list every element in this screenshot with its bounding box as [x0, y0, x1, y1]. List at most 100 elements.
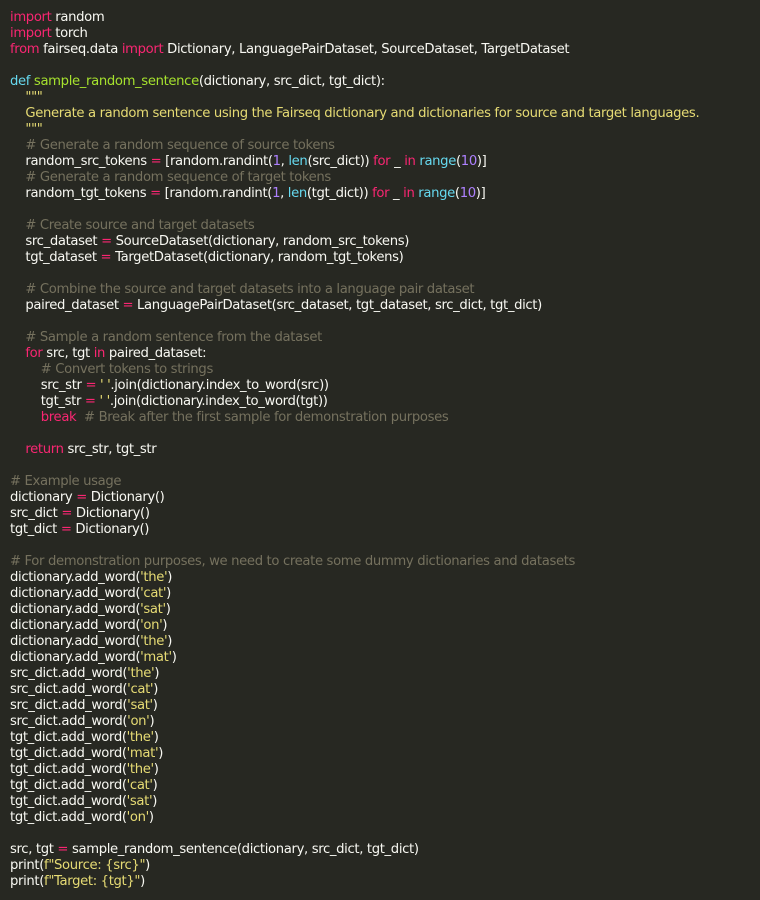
- code-token: 'cat': [126, 778, 153, 793]
- code-line: random_src_tokens = [random.randint(1, l…: [10, 154, 760, 170]
- code-token: Dictionary(): [86, 490, 165, 505]
- code-line: dictionary.add_word('the'): [10, 570, 760, 586]
- code-line: dictionary.add_word('mat'): [10, 650, 760, 666]
- code-token: paired_dataset: [10, 298, 123, 313]
- code-token: =: [100, 250, 112, 265]
- code-token: ): [152, 794, 158, 809]
- code-token: ): [165, 602, 171, 617]
- code-token: 'sat': [126, 794, 153, 809]
- code-line: tgt_dict = Dictionary(): [10, 522, 760, 538]
- code-line: ​: [10, 266, 760, 282]
- code-editor[interactable]: import random import torch from fairseq.da…: [0, 0, 760, 900]
- code-line: # Create source and target datasets: [10, 218, 760, 234]
- code-token: =: [101, 234, 112, 249]
- code-token: =: [85, 378, 97, 393]
- code-token: tgt_dict: [10, 522, 61, 537]
- code-token: dictionary.add_word(: [10, 570, 141, 585]
- code-token: src_str, tgt_str: [63, 442, 157, 457]
- code-line: src_dict = Dictionary(): [10, 506, 760, 522]
- code-token: f"Source: {src}": [44, 858, 146, 873]
- code-token: random: [51, 10, 105, 25]
- code-token: 'cat': [140, 586, 167, 601]
- code-token: tgt_dict.add_word(: [10, 794, 127, 809]
- code-token: src_dict: [10, 506, 62, 521]
- code-token: tgt_dict.add_word(: [10, 746, 127, 761]
- code-token: ' ': [99, 378, 111, 393]
- code-token: 'sat': [140, 602, 166, 617]
- code-token: tgt_dict.add_word(: [10, 730, 127, 745]
- code-token: dictionary: [10, 490, 77, 505]
- code-token: src, tgt: [42, 346, 94, 361]
- code-token: tgt_dict.add_word(: [10, 810, 127, 825]
- code-token: range: [419, 154, 456, 169]
- code-token: src_dict.add_word(: [10, 682, 128, 697]
- code-token: 'the': [127, 666, 155, 681]
- code-token: =: [60, 522, 72, 537]
- code-token: 1: [272, 154, 281, 169]
- code-token: ): [145, 858, 150, 873]
- code-token: TargetDataset(dictionary, random_tgt_tok…: [111, 250, 404, 265]
- code-token: ): [153, 762, 159, 777]
- code-token: src_dict.add_word(: [10, 714, 128, 729]
- code-token: tgt_dict.add_word(: [10, 762, 127, 777]
- code-line: ​: [10, 426, 760, 442]
- code-line: src_dataset = SourceDataset(dictionary, …: [10, 234, 760, 250]
- code-token: len: [287, 186, 307, 201]
- code-line: print(f"Source: {src}"): [10, 858, 760, 874]
- code-token: random_src_tokens: [10, 154, 151, 169]
- code-line: tgt_dict.add_word('cat'): [10, 778, 760, 794]
- code-token: =: [122, 298, 134, 313]
- code-token: in: [403, 186, 415, 201]
- code-token: (tgt_dict)): [306, 186, 373, 201]
- code-token: dictionary.add_word(: [10, 586, 141, 601]
- code-token: 'mat': [126, 746, 159, 761]
- code-line: tgt_dict.add_word('the'): [10, 762, 760, 778]
- code-line: tgt_dict.add_word('the'): [10, 730, 760, 746]
- code-token: return: [25, 442, 64, 457]
- code-line: src, tgt = sample_random_sentence(dictio…: [10, 842, 760, 858]
- code-token: 'the': [140, 570, 168, 585]
- code-token: ): [153, 730, 159, 745]
- code-token: 'cat': [127, 682, 154, 697]
- code-token: range: [418, 186, 455, 201]
- code-line: src_dict.add_word('the'): [10, 666, 760, 682]
- code-token: """: [10, 90, 43, 105]
- code-line: dictionary.add_word('on'): [10, 618, 760, 634]
- code-token: _: [389, 186, 404, 201]
- code-line: # Generate a random sequence of source t…: [10, 138, 760, 154]
- code-line: ​: [10, 538, 760, 554]
- code-token: ): [149, 714, 155, 729]
- code-token: 'mat': [140, 650, 172, 665]
- code-token: src_dict.add_word(: [10, 698, 128, 713]
- code-token: SourceDataset(dictionary, random_src_tok…: [111, 234, 410, 249]
- code-token: in: [93, 346, 106, 361]
- code-token: =: [76, 490, 87, 505]
- code-line: dictionary.add_word('cat'): [10, 586, 760, 602]
- code-token: tgt_dataset: [10, 250, 101, 265]
- code-line: """: [10, 90, 760, 106]
- code-line: # For demonstration purposes, we need to…: [10, 554, 760, 570]
- code-line: # Sample a random sentence from the data…: [10, 330, 760, 346]
- code-token: =: [150, 154, 162, 169]
- code-line: # Example usage: [10, 474, 760, 490]
- code-token: src, tgt: [10, 842, 58, 857]
- code-token: ): [152, 778, 158, 793]
- code-token: =: [61, 506, 73, 521]
- code-token: print(: [10, 858, 45, 873]
- code-line: random_tgt_tokens = [random.randint(1, l…: [10, 186, 760, 202]
- code-line: """: [10, 122, 760, 138]
- code-line: ​: [10, 826, 760, 842]
- code-token: =: [57, 842, 69, 857]
- code-token: tgt_str: [10, 394, 85, 409]
- code-token: ): [148, 810, 154, 825]
- code-token: 10: [459, 186, 476, 201]
- code-line: def sample_random_sentence(dictionary, s…: [10, 74, 760, 90]
- code-token: 'the': [126, 730, 155, 745]
- code-token: Dictionary(): [72, 506, 150, 521]
- code-token: ,: [280, 186, 288, 201]
- code-token: from: [10, 42, 40, 57]
